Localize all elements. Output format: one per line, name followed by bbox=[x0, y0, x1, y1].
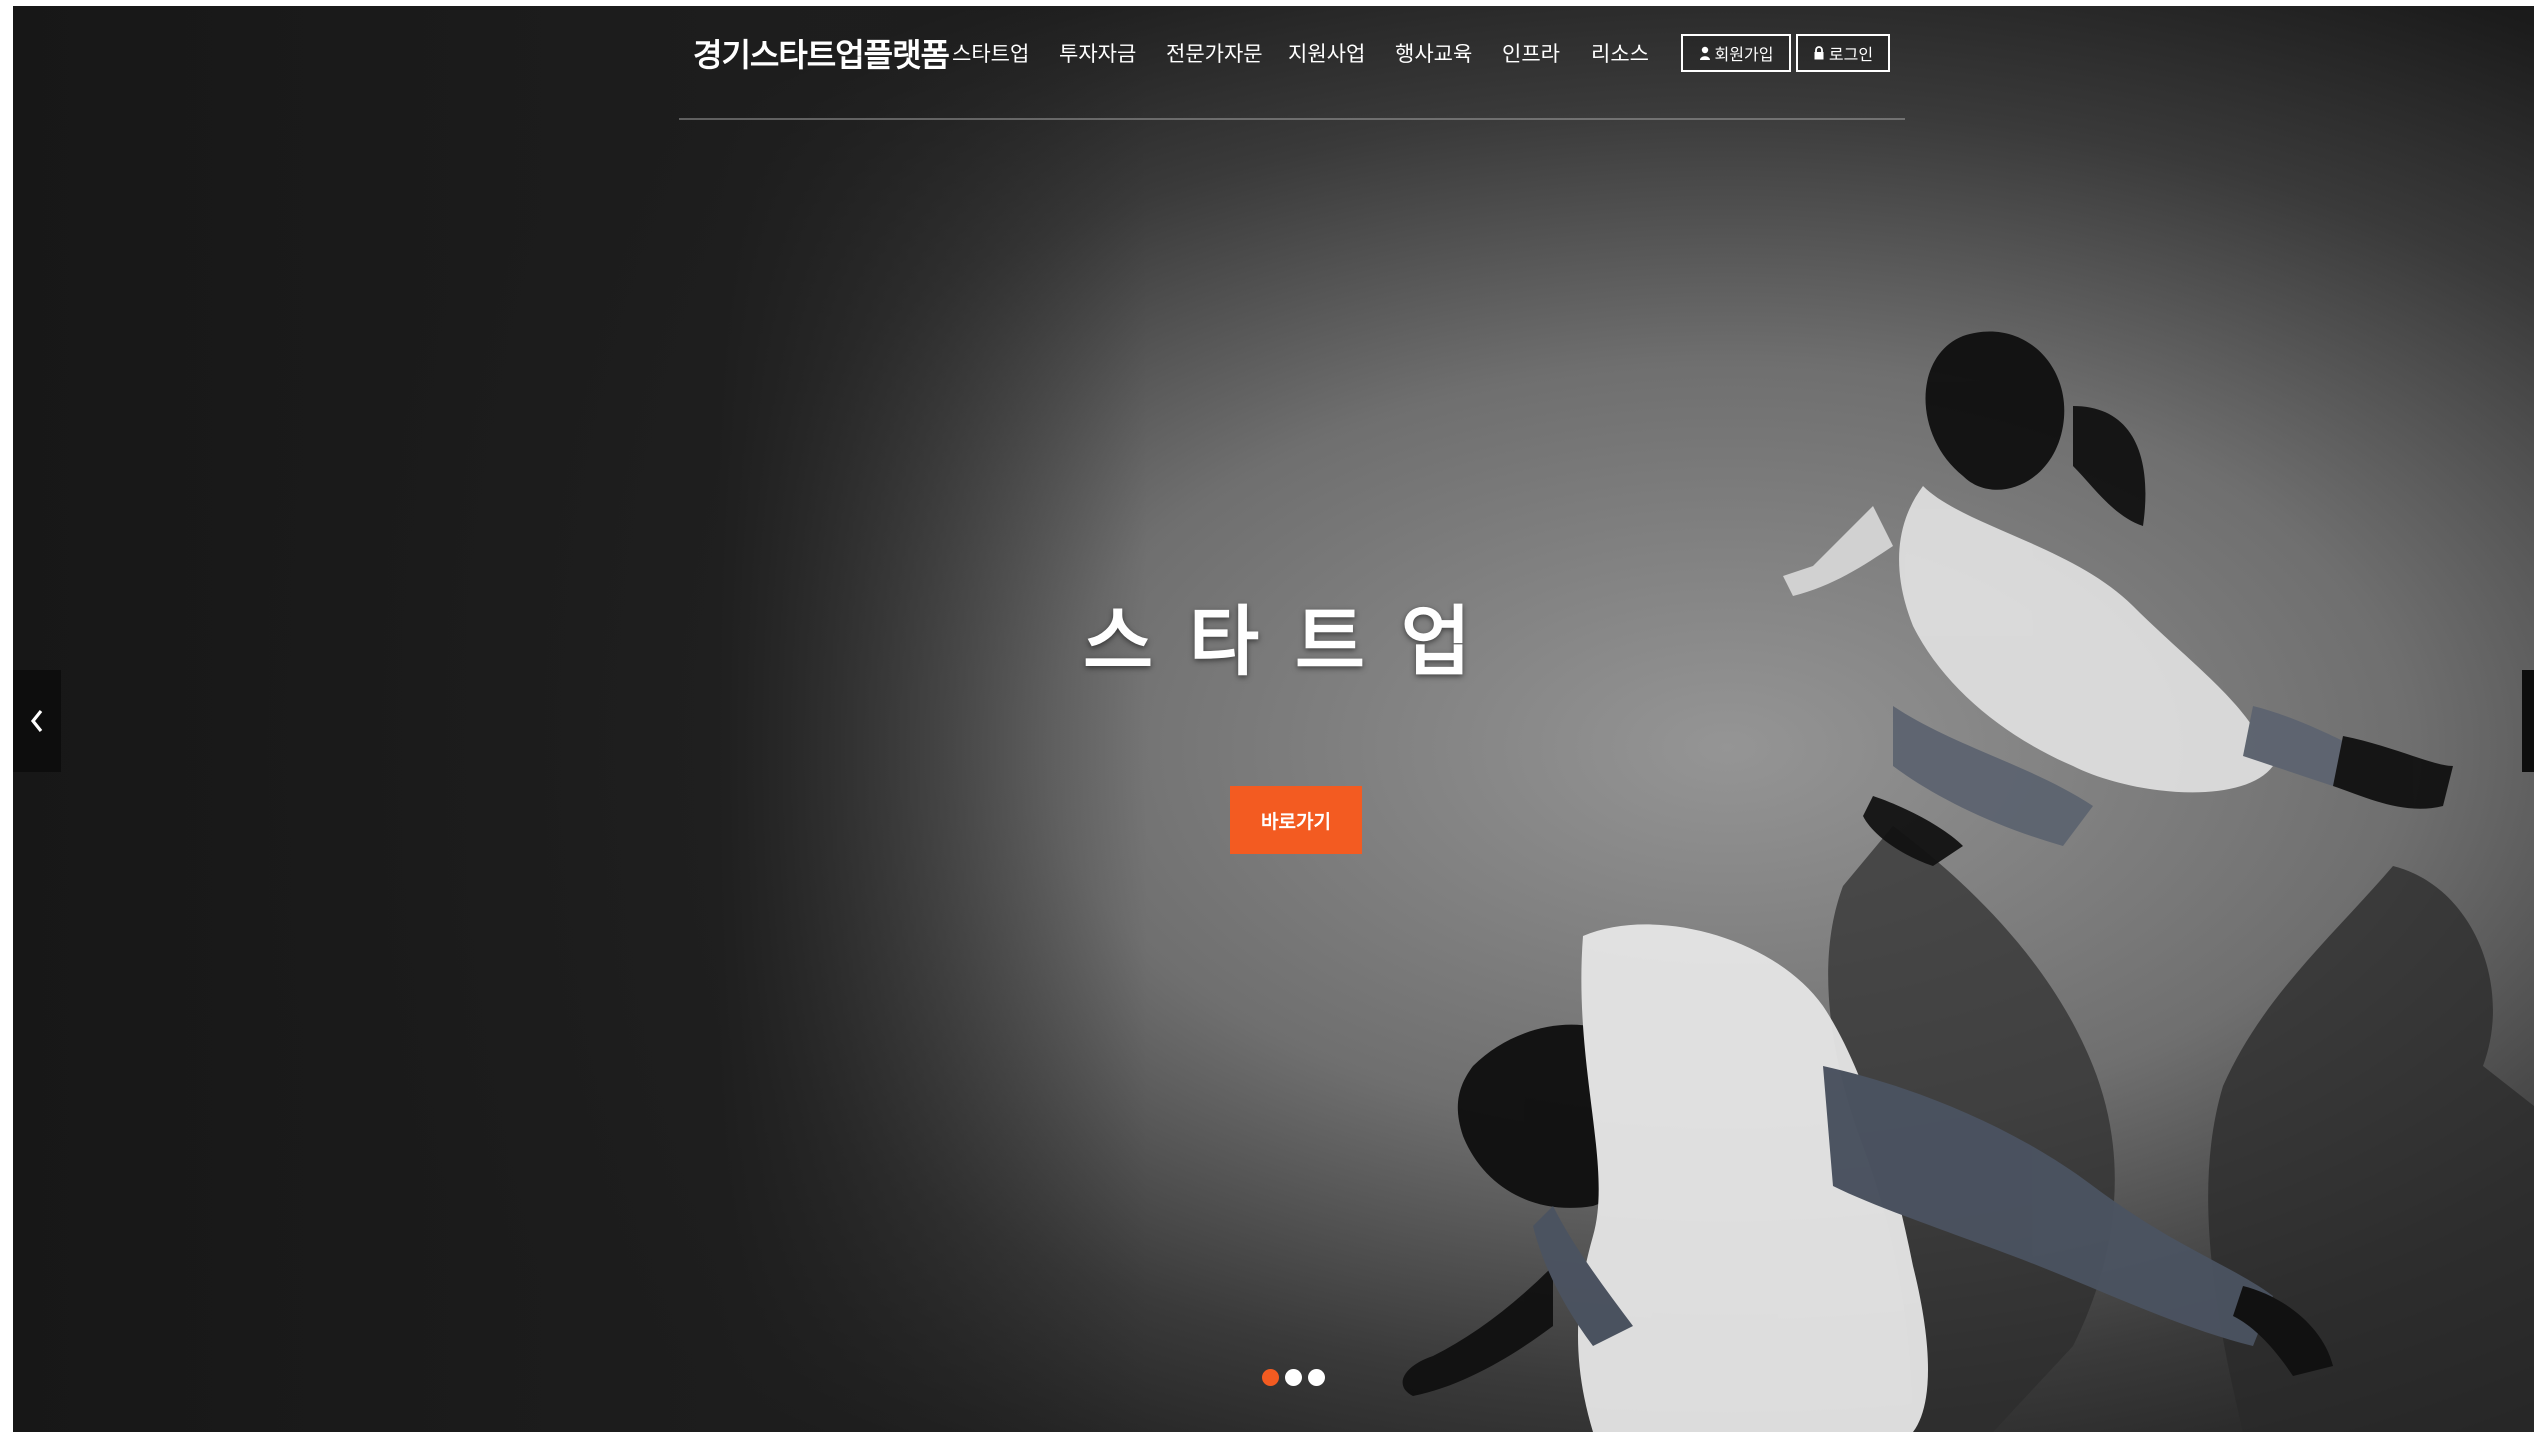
nav-item-resources[interactable]: 리소스 bbox=[1591, 38, 1649, 68]
signup-button[interactable]: 회원가입 bbox=[1681, 34, 1791, 72]
nav-item-expert[interactable]: 전문가자문 bbox=[1166, 38, 1263, 68]
nav-item-support[interactable]: 지원사업 bbox=[1288, 38, 1365, 68]
slide-indicators bbox=[1262, 1369, 1325, 1386]
signup-label: 회원가입 bbox=[1714, 45, 1774, 64]
login-button[interactable]: 로그인 bbox=[1796, 34, 1890, 72]
nav-item-events[interactable]: 행사교육 bbox=[1395, 38, 1472, 68]
login-label: 로그인 bbox=[1828, 45, 1874, 64]
slide-title: 스타트업 bbox=[1083, 597, 1507, 686]
hero-slider bbox=[13, 6, 2534, 1432]
next-slide-button[interactable] bbox=[2522, 670, 2534, 772]
prev-slide-button[interactable] bbox=[13, 670, 61, 772]
nav-item-investment[interactable]: 투자자금 bbox=[1059, 38, 1136, 68]
hero-background-photo bbox=[13, 6, 2534, 1432]
slide-dot-2[interactable] bbox=[1285, 1369, 1302, 1386]
nav-item-startup[interactable]: 스타트업 bbox=[952, 38, 1029, 68]
slide-dot-3[interactable] bbox=[1308, 1369, 1325, 1386]
slide-dot-1[interactable] bbox=[1262, 1369, 1279, 1386]
go-button[interactable]: 바로가기 bbox=[1230, 786, 1362, 854]
lock-icon bbox=[1813, 46, 1825, 60]
site-header: 경기스타트업플랫폼 스타트업 투자자금 전문가자문 지원사업 행사교육 인프라 … bbox=[679, 6, 1905, 120]
user-icon bbox=[1699, 46, 1711, 60]
chevron-left-icon bbox=[30, 710, 43, 732]
nav-item-infra[interactable]: 인프라 bbox=[1502, 38, 1560, 68]
site-logo[interactable]: 경기스타트업플랫폼 bbox=[693, 30, 950, 76]
page: 경기스타트업플랫폼 스타트업 투자자금 전문가자문 지원사업 행사교육 인프라 … bbox=[0, 0, 2534, 1432]
